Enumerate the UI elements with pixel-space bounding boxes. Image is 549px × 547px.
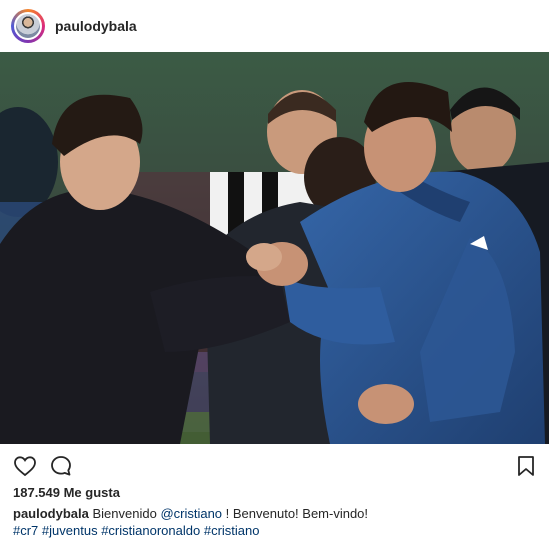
avatar-image (14, 12, 42, 40)
caption-username[interactable]: paulodybala (13, 506, 89, 521)
username[interactable]: paulodybala (55, 18, 137, 34)
caption-text-before: Bienvenido (92, 506, 161, 521)
post-photo-illustration (0, 52, 549, 444)
hashtag[interactable]: #juventus (42, 523, 98, 538)
bookmark-icon[interactable] (512, 452, 540, 480)
post-header: paulodybala (0, 0, 549, 52)
hashtag[interactable]: #cristianoronaldo (101, 523, 200, 538)
comment-bubble-icon[interactable] (47, 452, 75, 480)
heart-outline-icon[interactable] (11, 452, 39, 480)
caption-mention[interactable]: @cristiano (160, 506, 222, 521)
caption-text-after: ! Benvenuto! Bem-vindo! (222, 506, 369, 521)
hashtag[interactable]: #cristiano (204, 523, 260, 538)
hashtag[interactable]: #cr7 (13, 523, 38, 538)
likes-count[interactable]: 187.549 Me gusta (13, 485, 120, 500)
post-photo[interactable] (0, 52, 549, 444)
avatar[interactable] (11, 9, 45, 43)
post-actions-bar (0, 452, 549, 480)
post-caption: paulodybala Bienvenido @cristiano ! Benv… (13, 505, 533, 539)
